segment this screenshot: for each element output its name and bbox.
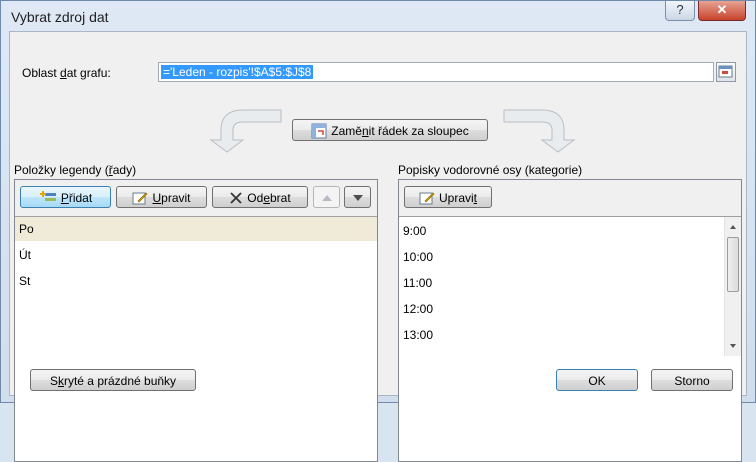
axis-toolbar: Upravit [399,180,741,216]
close-icon: ✕ [716,2,728,17]
collapse-dialog-icon [718,65,733,78]
move-up-button[interactable] [313,186,340,208]
scroll-thumb[interactable] [727,237,739,292]
remove-series-button[interactable]: Odebrat [212,186,308,208]
edit-axis-labels-button[interactable]: Upravit [404,186,492,208]
scroll-up-icon[interactable] [725,219,741,235]
dialog-body: Oblast dat grafu: ='Leden - rozpis'!$A$5… [9,31,747,462]
move-up-icon [321,194,332,201]
title-bar: Vybrat zdroj dat ? ✕ [1,1,755,31]
edit-series-button[interactable]: Upravit [116,186,207,208]
switch-row-column-button[interactable]: Zaměnit řádek za sloupec [292,119,488,141]
dialog-title: Vybrat zdroj dat [11,9,109,25]
axis-item-13[interactable]: 13:00 [399,323,724,347]
legend-item-po[interactable]: Po [15,217,377,241]
legend-toolbar: Přidat Upravit Odebrat [15,180,377,216]
legend-panel: Přidat Upravit Odebrat Po Út St [14,179,378,462]
switch-row-column-icon [311,123,327,139]
legend-item-ut[interactable]: Út [15,243,377,267]
help-icon: ? [676,2,684,17]
left-curved-arrow-icon [209,109,282,153]
scroll-down-icon[interactable] [725,338,741,354]
edit-icon [132,192,148,205]
axis-item-10[interactable]: 10:00 [399,245,724,269]
hidden-empty-cells-button[interactable]: Skryté a prázdné buňky [30,369,196,391]
legend-title: Položky legendy (řady) [14,163,137,177]
ok-button[interactable]: OK [556,369,638,391]
right-curved-arrow-icon [503,109,576,153]
range-label: Oblast dat grafu: [22,66,111,80]
edit-icon [419,192,435,205]
close-button[interactable]: ✕ [698,1,746,21]
help-button[interactable]: ? [665,1,695,21]
axis-list[interactable]: 9:00 10:00 11:00 12:00 13:00 [399,217,741,356]
legend-list[interactable]: Po Út St [15,217,377,457]
axis-item-9[interactable]: 9:00 [399,219,724,243]
select-data-source-dialog: Vybrat zdroj dat ? ✕ Oblast dat grafu: =… [0,0,756,462]
chart-range-input[interactable]: ='Leden - rozpis'!$A$5:$J$8 [158,62,714,82]
axis-panel: Upravit 9:00 10:00 11:00 12:00 13:00 [398,179,742,462]
cancel-button[interactable]: Storno [651,369,733,391]
axis-item-11[interactable]: 11:00 [399,271,724,295]
move-down-button[interactable] [344,186,371,208]
move-down-icon [352,194,363,201]
chart-range-value: ='Leden - rozpis'!$A$5:$J$8 [161,65,314,79]
axis-title: Popisky vodorovné osy (kategorie) [398,163,583,177]
axis-item-12[interactable]: 12:00 [399,297,724,321]
legend-item-st[interactable]: St [15,269,377,293]
remove-icon [230,192,242,204]
add-icon [39,190,56,201]
axis-scrollbar[interactable] [724,217,741,356]
add-series-button[interactable]: Přidat [20,186,111,208]
collapse-range-button[interactable] [716,62,736,82]
